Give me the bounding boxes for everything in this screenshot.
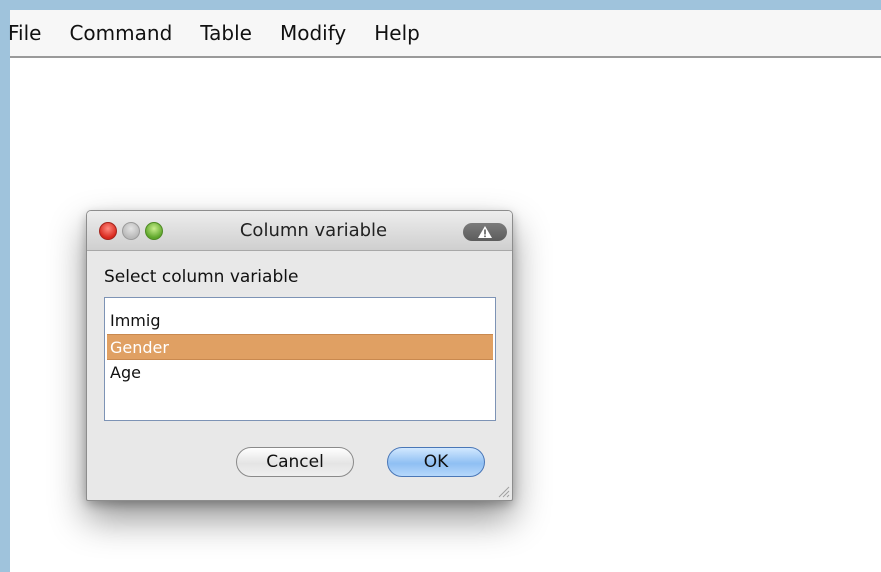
menu-help[interactable]: Help <box>360 10 434 56</box>
list-item-immig[interactable]: Immig <box>107 308 493 334</box>
column-variable-dialog: Column variable Select column variable I… <box>86 210 513 501</box>
resize-grip-icon[interactable] <box>496 484 510 498</box>
cancel-button[interactable]: Cancel <box>236 447 354 477</box>
list-item-age[interactable]: Age <box>107 360 493 386</box>
ok-button[interactable]: OK <box>387 447 485 477</box>
dialog-title: Column variable <box>239 220 388 241</box>
variable-listbox[interactable]: Immig Gender Age <box>104 297 496 421</box>
menu-table[interactable]: Table <box>186 10 266 56</box>
dialog-prompt: Select column variable <box>104 267 299 287</box>
menu-bar: File Command Table Modify Help <box>8 10 881 58</box>
menu-command[interactable]: Command <box>55 10 186 56</box>
dialog-titlebar[interactable]: Column variable <box>87 211 512 251</box>
list-item-gender[interactable]: Gender <box>107 334 493 360</box>
menu-file[interactable]: File <box>8 10 55 56</box>
menu-modify[interactable]: Modify <box>266 10 360 56</box>
warning-triangle-icon <box>478 226 492 238</box>
warning-icon[interactable] <box>463 223 507 241</box>
